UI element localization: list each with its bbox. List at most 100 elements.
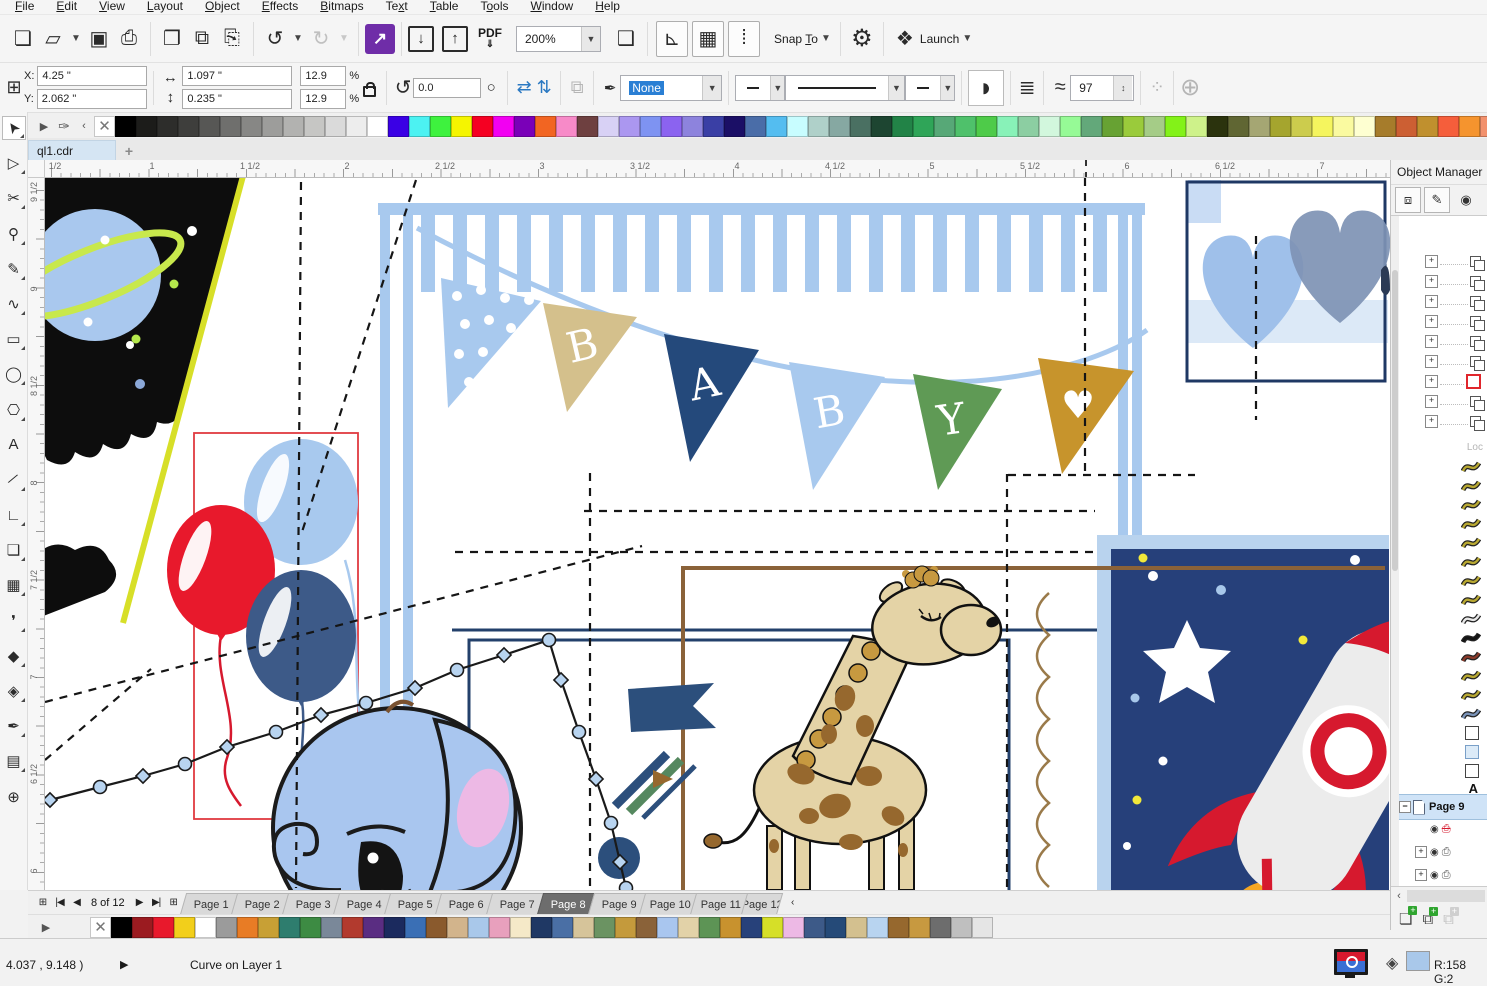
- color-swatch[interactable]: [115, 115, 136, 137]
- rectangle-tool[interactable]: ▭: [2, 327, 26, 351]
- om-curve-item[interactable]: [1401, 496, 1487, 514]
- line-start-dropdown-icon[interactable]: ▼: [770, 75, 785, 100]
- color-swatch[interactable]: [451, 115, 472, 137]
- om-group-row[interactable]: +: [1401, 352, 1487, 371]
- object-width-field[interactable]: 1.097 ": [182, 66, 293, 86]
- menu-item-file[interactable]: File: [4, 0, 45, 14]
- cut-button[interactable]: ❐: [157, 22, 187, 56]
- color-swatch[interactable]: [346, 115, 367, 137]
- color-swatch[interactable]: [489, 916, 510, 938]
- color-swatch[interactable]: [1249, 115, 1270, 137]
- color-swatch[interactable]: [220, 115, 241, 137]
- color-swatch[interactable]: [1102, 115, 1123, 137]
- dimension-tool[interactable]: ∕: [2, 468, 26, 492]
- curve-node-circle[interactable]: [571, 724, 587, 740]
- rotation-angle-field[interactable]: 0.0: [413, 77, 482, 98]
- add-tools-button[interactable]: ⊕: [2, 785, 26, 809]
- om-curve-item[interactable]: [1401, 515, 1487, 533]
- curve-node-circle[interactable]: [268, 724, 284, 740]
- color-swatch[interactable]: [388, 115, 409, 137]
- color-swatch[interactable]: [594, 916, 615, 938]
- print-button[interactable]: ⎙: [114, 22, 144, 56]
- om-curve-item[interactable]: [1401, 705, 1487, 723]
- color-swatch[interactable]: [258, 916, 279, 938]
- color-swatch[interactable]: [598, 115, 619, 137]
- new-master-layer-button[interactable]: ⧉ +: [1422, 906, 1439, 928]
- color-swatch[interactable]: [1207, 115, 1228, 137]
- menu-item-effects[interactable]: Effects: [251, 0, 310, 14]
- publish-pdf-button[interactable]: PDF ⇓: [478, 27, 502, 50]
- om-curve-item[interactable]: [1401, 591, 1487, 609]
- color-swatch[interactable]: [1144, 115, 1165, 137]
- color-swatch[interactable]: [1396, 115, 1417, 137]
- smart-fill-tool[interactable]: ◆: [2, 644, 26, 668]
- om-snap-settings-button[interactable]: ⧈: [1395, 187, 1421, 213]
- curve-node-circle[interactable]: [358, 695, 374, 711]
- snap-to-dropdown-icon[interactable]: ▼: [818, 22, 834, 56]
- om-square-item[interactable]: [1401, 724, 1487, 742]
- zoom-tool[interactable]: ⚲: [2, 222, 26, 246]
- export-button[interactable]: ↑: [442, 25, 468, 52]
- pennant-clipart[interactable]: [598, 683, 716, 879]
- color-swatch[interactable]: [783, 916, 804, 938]
- mirror-horizontal-button[interactable]: ⇄: [514, 77, 534, 98]
- om-curve-item[interactable]: [1401, 667, 1487, 685]
- expander-plus-icon[interactable]: +: [1425, 314, 1438, 328]
- show-guidelines-button[interactable]: ⁞: [728, 20, 760, 57]
- color-swatch[interactable]: [409, 115, 430, 137]
- crop-tool[interactable]: ✂: [2, 186, 26, 210]
- color-swatch[interactable]: [1270, 115, 1291, 137]
- layer-print-icon[interactable]: ⎙: [1442, 869, 1451, 882]
- launch-icon[interactable]: ❖: [890, 22, 920, 56]
- color-swatch[interactable]: [787, 115, 808, 137]
- snap-to-label[interactable]: Snap To: [774, 32, 818, 46]
- color-swatch[interactable]: [829, 115, 850, 137]
- elephant-clipart[interactable]: [271, 699, 523, 890]
- color-swatch[interactable]: [1417, 115, 1438, 137]
- color-swatch[interactable]: [325, 115, 346, 137]
- add-page-button[interactable]: ⊞: [34, 894, 51, 912]
- om-layer-row[interactable]: + ◉ ⎙: [1401, 866, 1487, 884]
- interactive-fill-tool[interactable]: ◈: [2, 679, 26, 703]
- show-rulers-button[interactable]: ⊾: [656, 20, 688, 57]
- line-style-dropdown-icon[interactable]: ▼: [887, 75, 905, 100]
- color-swatch[interactable]: [577, 115, 598, 137]
- color-swatch[interactable]: [846, 916, 867, 938]
- color-swatch[interactable]: [1438, 115, 1459, 137]
- om-page-row[interactable]: − Page 9: [1399, 794, 1487, 820]
- color-swatch[interactable]: [468, 916, 489, 938]
- layer-visibility-icon[interactable]: ◉: [1430, 824, 1439, 835]
- palette-flyout-icon[interactable]: ▶: [34, 116, 54, 136]
- pick-tool[interactable]: ➤: [1, 116, 26, 140]
- color-swatch[interactable]: [556, 115, 577, 137]
- color-swatch[interactable]: [699, 916, 720, 938]
- om-group-row[interactable]: +: [1401, 372, 1487, 390]
- fill-color-icon[interactable]: ◈: [1386, 953, 1398, 973]
- color-swatch[interactable]: [1186, 115, 1207, 137]
- om-layer-row[interactable]: + ◉ ⎙: [1401, 843, 1487, 861]
- scale-x-field[interactable]: 12.9: [300, 66, 347, 86]
- new-layer-button[interactable]: ❏ +: [1399, 906, 1418, 928]
- curve-node-diamond[interactable]: [495, 646, 513, 664]
- menu-item-text[interactable]: Text: [375, 0, 419, 14]
- om-curve-item[interactable]: [1401, 534, 1487, 552]
- fill-tool[interactable]: ▤: [2, 749, 26, 773]
- paste-button[interactable]: ⎘: [217, 22, 247, 56]
- ruler-corner[interactable]: [28, 160, 45, 178]
- color-swatch[interactable]: [1039, 115, 1060, 137]
- menu-item-object[interactable]: Object: [194, 0, 251, 14]
- om-group-row[interactable]: +: [1401, 392, 1487, 411]
- color-swatch[interactable]: [657, 916, 678, 938]
- menu-item-window[interactable]: Window: [519, 0, 584, 14]
- color-swatch[interactable]: [279, 916, 300, 938]
- scale-y-field[interactable]: 12.9: [300, 89, 347, 109]
- y-position-field[interactable]: 2.062 ": [36, 89, 147, 109]
- color-swatch[interactable]: [573, 916, 594, 938]
- expander-plus-icon[interactable]: +: [1425, 354, 1438, 368]
- color-swatch[interactable]: [930, 916, 951, 938]
- copy-button[interactable]: ⧉: [187, 22, 217, 56]
- om-square-item[interactable]: [1401, 762, 1487, 780]
- curve-node-diamond[interactable]: [312, 706, 330, 724]
- color-swatch[interactable]: [199, 115, 220, 137]
- line-end-dropdown-icon[interactable]: ▼: [940, 75, 955, 100]
